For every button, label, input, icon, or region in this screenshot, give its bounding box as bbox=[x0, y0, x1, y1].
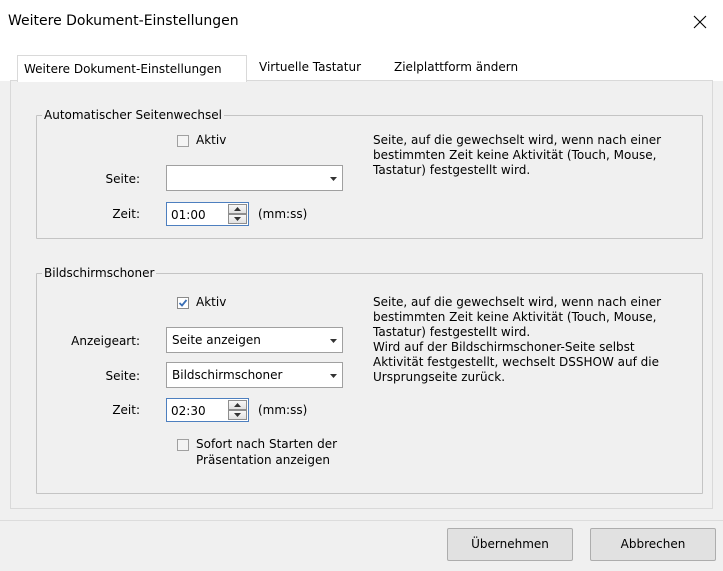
checkmark-icon bbox=[178, 299, 188, 307]
tab-virtuelle-tastatur[interactable]: Virtuelle Tastatur bbox=[253, 56, 367, 81]
screensaver-time-label: Zeit: bbox=[112, 403, 140, 417]
spin-up-button[interactable] bbox=[228, 204, 247, 214]
screensaver-display-type-label: Anzeigeart: bbox=[71, 334, 140, 348]
auto-page-change-time-value: 01:00 bbox=[171, 208, 206, 222]
triangle-up-icon bbox=[234, 403, 241, 407]
screensaver-description-line: Aktivität festgestellt, wechselt DSSHOW … bbox=[373, 355, 659, 369]
screensaver-display-type-select[interactable]: Seite anzeigen bbox=[166, 327, 343, 353]
auto-page-change-time-label: Zeit: bbox=[112, 207, 140, 221]
screensaver-time-unit: (mm:ss) bbox=[258, 403, 308, 417]
screensaver-description-line: Ursprungseite zurück. bbox=[373, 370, 506, 384]
auto-page-change-active-label: Aktiv bbox=[196, 133, 227, 147]
window-title: Weitere Dokument-Einstellungen bbox=[8, 13, 239, 29]
cancel-button[interactable]: Abbrechen bbox=[590, 528, 716, 561]
triangle-up-icon bbox=[234, 207, 241, 211]
screensaver-display-type-value: Seite anzeigen bbox=[172, 333, 261, 347]
screensaver-description-line: bestimmten Zeit keine Aktivität (Touch, … bbox=[373, 310, 657, 324]
button-bar-separator bbox=[0, 520, 723, 521]
screensaver-active-label: Aktiv bbox=[196, 295, 227, 309]
screensaver-page-label: Seite: bbox=[105, 369, 140, 383]
screensaver-immediate-label-line2: Präsentation anzeigen bbox=[196, 453, 330, 467]
triangle-down-icon bbox=[234, 217, 241, 221]
time-spin-buttons bbox=[228, 400, 247, 420]
auto-page-change-description: Seite, auf die gewechselt wird, wenn nac… bbox=[373, 133, 662, 177]
auto-page-change-page-label: Seite: bbox=[105, 172, 140, 186]
tab-weitere-dokument-einstellungen[interactable]: Weitere Dokument-Einstellungen bbox=[17, 55, 247, 82]
screensaver-description: Seite, auf die gewechselt wird, wenn nac… bbox=[373, 295, 703, 385]
tab-zielplattform-aendern[interactable]: Zielplattform ändern bbox=[388, 56, 524, 81]
spin-down-button[interactable] bbox=[228, 410, 247, 420]
screensaver-immediate-checkbox[interactable] bbox=[177, 439, 189, 451]
auto-page-change-page-select[interactable] bbox=[166, 165, 343, 191]
triangle-down-icon bbox=[234, 413, 241, 417]
screensaver-page-select[interactable]: Bildschirmschoner bbox=[166, 362, 343, 388]
time-spin-buttons bbox=[228, 204, 247, 224]
screensaver-legend: Bildschirmschoner bbox=[42, 266, 157, 280]
chevron-down-icon bbox=[330, 177, 337, 181]
close-x-icon bbox=[693, 15, 707, 29]
title-bar: Weitere Dokument-Einstellungen bbox=[0, 0, 723, 44]
close-button[interactable] bbox=[677, 0, 723, 44]
tab-panel: Automatischer Seitenwechsel Aktiv Seite:… bbox=[10, 80, 713, 509]
screensaver-immediate-label-line1: Sofort nach Starten der bbox=[196, 437, 338, 451]
auto-page-change-group: Automatischer Seitenwechsel Aktiv Seite:… bbox=[36, 108, 703, 239]
screensaver-group: Bildschirmschoner Aktiv Anzeigeart: Seit… bbox=[36, 266, 703, 494]
auto-page-change-active-checkbox[interactable] bbox=[177, 135, 189, 147]
auto-page-change-time-spinner[interactable]: 01:00 bbox=[166, 202, 249, 226]
screensaver-time-value: 02:30 bbox=[171, 404, 206, 418]
auto-page-change-time-unit: (mm:ss) bbox=[258, 207, 308, 221]
screensaver-description-line: Tastatur) festgestellt wird. bbox=[373, 325, 531, 339]
chevron-down-icon bbox=[330, 339, 337, 343]
screensaver-description-line: Seite, auf die gewechselt wird, wenn nac… bbox=[373, 295, 662, 309]
screensaver-time-spinner[interactable]: 02:30 bbox=[166, 398, 249, 422]
screensaver-page-value: Bildschirmschoner bbox=[172, 368, 283, 382]
spin-up-button[interactable] bbox=[228, 400, 247, 410]
dialog-window: Weitere Dokument-Einstellungen Weitere D… bbox=[0, 0, 723, 571]
screensaver-description-line: Wird auf der Bildschirmschoner-Seite sel… bbox=[373, 340, 635, 354]
auto-page-change-legend: Automatischer Seitenwechsel bbox=[42, 108, 224, 122]
spin-down-button[interactable] bbox=[228, 214, 247, 224]
apply-button[interactable]: Übernehmen bbox=[447, 528, 573, 561]
tab-strip: Weitere Dokument-Einstellungen Virtuelle… bbox=[0, 44, 723, 82]
screensaver-active-checkbox[interactable] bbox=[177, 297, 189, 309]
chevron-down-icon bbox=[330, 374, 337, 378]
